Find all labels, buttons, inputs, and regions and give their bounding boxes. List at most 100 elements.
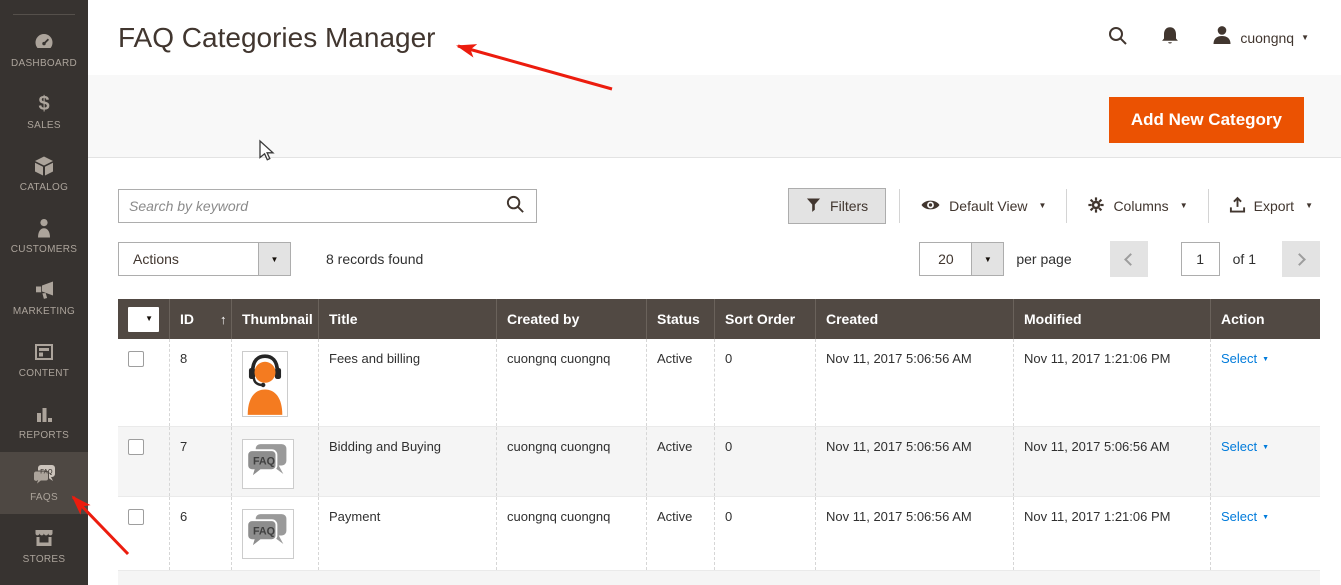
keyword-search-box [118, 189, 537, 223]
select-all-header: ▼ [118, 299, 170, 339]
faq-bubbles-thumbnail: FAQ [242, 439, 294, 489]
sales-icon: $ [38, 92, 49, 116]
cell-id: 8 [170, 339, 232, 426]
sidebar-item-label: SALES [27, 120, 61, 131]
column-header-thumbnail[interactable]: Thumbnail [232, 299, 319, 339]
search-submit-button[interactable] [501, 194, 536, 218]
sidebar-item-marketing[interactable]: MARKETING [0, 266, 88, 328]
user-name: cuongnq [1240, 30, 1294, 46]
export-label: Export [1254, 198, 1294, 214]
sidebar-divider [13, 14, 75, 15]
gear-icon [1087, 196, 1105, 217]
cell-sort-order: 0 [715, 427, 816, 496]
sidebar-item-label: STORES [23, 554, 66, 565]
export-button[interactable]: Export ▼ [1222, 196, 1320, 217]
global-search-button[interactable] [1107, 25, 1129, 50]
cell-sort-order: 0 [715, 497, 816, 570]
search-icon [1107, 25, 1129, 50]
cell-sort-order: 0 [715, 339, 816, 426]
mass-actions-select[interactable]: Actions ▼ [118, 242, 291, 276]
toolbar-divider [1066, 189, 1067, 223]
columns-label: Columns [1113, 198, 1168, 214]
catalog-icon [33, 154, 55, 178]
search-icon [505, 194, 526, 218]
default-view-button[interactable]: Default View ▼ [913, 198, 1053, 215]
cell-modified: Nov 11, 2017 5:06:56 AM [1014, 427, 1211, 496]
per-page-select[interactable]: 20 ▼ [919, 242, 1004, 276]
column-header-sort-order[interactable]: Sort Order [715, 299, 816, 339]
chevron-down-icon: ▼ [1180, 202, 1188, 210]
sidebar-item-dashboard[interactable]: DASHBOARD [0, 18, 88, 80]
next-page-button[interactable] [1282, 241, 1320, 277]
cell-status: Active [647, 427, 715, 496]
row-checkbox[interactable] [128, 509, 144, 525]
mass-actions-label: Actions [119, 243, 258, 275]
toolbar-divider [1208, 189, 1209, 223]
sidebar-item-content[interactable]: CONTENT [0, 328, 88, 390]
filters-button[interactable]: Filters [788, 188, 886, 224]
sidebar-item-catalog[interactable]: CATALOG [0, 142, 88, 204]
cell-id: 7 [170, 427, 232, 496]
table-row-partial [118, 570, 1320, 585]
cell-created: Nov 11, 2017 5:06:56 AM [816, 339, 1014, 426]
sidebar-item-customers[interactable]: CUSTOMERS [0, 204, 88, 266]
export-icon [1229, 196, 1246, 217]
filter-funnel-icon [806, 197, 821, 216]
chevron-down-icon: ▼ [1262, 514, 1269, 521]
sidebar-item-faqs[interactable]: FAQ FAQS [0, 452, 88, 514]
main-content: FAQ Categories Manager cuongnq [88, 0, 1341, 585]
sidebar-item-sales[interactable]: $ SALES [0, 80, 88, 142]
chevron-down-icon: ▼ [1262, 444, 1269, 451]
chevron-down-icon: ▼ [145, 315, 153, 323]
records-found-text: 8 records found [326, 251, 423, 267]
row-select-action[interactable]: Select [1221, 509, 1257, 524]
total-pages-label: of 1 [1233, 251, 1256, 267]
row-select-action[interactable]: Select [1221, 439, 1257, 454]
notifications-button[interactable] [1159, 25, 1181, 50]
sidebar-item-reports[interactable]: REPORTS [0, 390, 88, 452]
page-header: FAQ Categories Manager cuongnq [88, 0, 1341, 75]
cell-created-by: cuongnq cuongnq [497, 427, 647, 496]
chevron-down-icon: ▼ [1301, 34, 1309, 42]
column-header-status[interactable]: Status [647, 299, 715, 339]
search-input[interactable] [119, 191, 501, 221]
row-select-action[interactable]: Select [1221, 351, 1257, 366]
column-header-id[interactable]: ID ↑ [170, 299, 232, 339]
sidebar-item-stores[interactable]: STORES [0, 514, 88, 576]
row-checkbox[interactable] [128, 439, 144, 455]
default-view-label: Default View [949, 198, 1027, 214]
sidebar-item-label: CATALOG [20, 182, 68, 193]
grid-view-controls: Filters Default View ▼ Columns ▼ [788, 188, 1320, 224]
grid-actions-row: Actions ▼ 8 records found 20 ▼ per page … [118, 242, 1320, 276]
select-all-dropdown[interactable]: ▼ [128, 307, 159, 332]
column-header-title[interactable]: Title [319, 299, 497, 339]
column-header-created-by[interactable]: Created by [497, 299, 647, 339]
sidebar-item-label: CONTENT [19, 368, 69, 379]
content-icon [33, 340, 55, 364]
column-header-modified[interactable]: Modified [1014, 299, 1211, 339]
column-header-created[interactable]: Created [816, 299, 1014, 339]
columns-button[interactable]: Columns ▼ [1080, 196, 1194, 217]
chevron-down-icon: ▼ [258, 243, 290, 275]
grid-toolbar: Filters Default View ▼ Columns ▼ [118, 188, 1320, 224]
pagination-controls: 20 ▼ per page of 1 [919, 241, 1320, 277]
table-header-row: ▼ ID ↑ Thumbnail Title Created by Status… [118, 299, 1320, 339]
page-number-input[interactable] [1181, 242, 1220, 276]
svg-text:FAQ: FAQ [253, 525, 275, 537]
add-new-category-button[interactable]: Add New Category [1109, 97, 1304, 143]
row-checkbox[interactable] [128, 351, 144, 367]
column-header-action[interactable]: Action [1211, 299, 1320, 339]
table-body: 8 [118, 339, 1320, 585]
previous-page-button[interactable] [1110, 241, 1148, 277]
cell-created: Nov 11, 2017 5:06:56 AM [816, 427, 1014, 496]
cell-created-by: cuongnq cuongnq [497, 497, 647, 570]
faq-icon: FAQ [32, 464, 56, 488]
chevron-down-icon: ▼ [1305, 202, 1313, 210]
user-menu[interactable]: cuongnq ▼ [1211, 24, 1309, 51]
chevron-down-icon: ▼ [971, 243, 1003, 275]
sidebar-item-label: FAQS [30, 492, 58, 503]
cell-title: Payment [319, 497, 497, 570]
toolbar-divider [899, 189, 900, 223]
admin-sidebar: DASHBOARD $ SALES CATALOG CUSTOMERS [0, 0, 88, 585]
cell-modified: Nov 11, 2017 1:21:06 PM [1014, 339, 1211, 426]
